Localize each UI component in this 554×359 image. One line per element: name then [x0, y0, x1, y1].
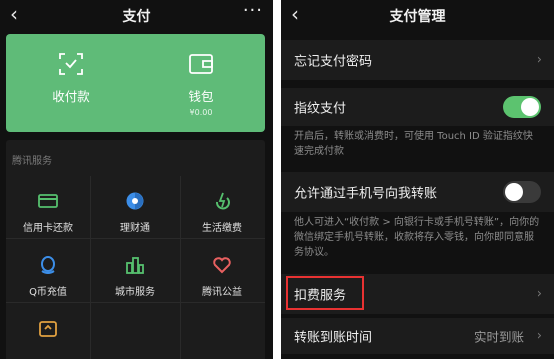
service-credit-card[interactable]: 信用卡还款: [6, 176, 90, 238]
chevron-right-icon: ›: [536, 328, 542, 344]
payment-management-screen: ‹ 支付管理 忘记支付密码 › 指纹支付 开启后，转账或消费时，可使用 Touc…: [281, 0, 554, 359]
movie-ticket-icon: [39, 321, 57, 337]
services-heading: 腾讯服务: [12, 156, 52, 167]
arrival-time-value: 实时到账: [473, 329, 524, 345]
wealth-icon: [126, 192, 144, 210]
page-title: 支付: [122, 9, 151, 25]
service-wealth[interactable]: 理财通: [93, 176, 177, 238]
toggle-knob: [505, 183, 523, 201]
receive-pay-label: 收付款: [52, 89, 90, 104]
qq-coin-icon: [41, 256, 55, 274]
wallet-label: 钱包: [188, 89, 214, 104]
wallet-button[interactable]: 钱包 ¥0.00: [161, 52, 241, 117]
nav-bar: ‹ 支付管理: [281, 0, 554, 30]
row-label: 忘记支付密码: [294, 54, 373, 70]
service-qq-coin[interactable]: Q币充值: [6, 240, 90, 302]
service-label: Q币充值: [29, 287, 67, 298]
wallet-icon: [189, 54, 213, 74]
phone-transfer-row: 允许通过手机号向我转账: [281, 172, 554, 212]
service-charity[interactable]: 腾讯公益: [180, 240, 264, 302]
grid-divider: [6, 238, 265, 239]
fingerprint-toggle[interactable]: [503, 96, 541, 118]
nav-bar: ‹ 支付 ···: [0, 0, 273, 30]
service-label: 生活缴费: [202, 223, 242, 234]
transfer-arrival-time-row[interactable]: 转账到账时间 实时到账 ›: [281, 318, 554, 354]
row-label: 指纹支付: [294, 101, 347, 117]
service-label: 城市服务: [115, 287, 155, 298]
phone-transfer-toggle[interactable]: [503, 181, 541, 203]
scan-icon: [59, 53, 83, 75]
row-label: 转账到账时间: [294, 330, 373, 346]
service-more[interactable]: [6, 304, 90, 359]
chevron-right-icon: ›: [536, 286, 542, 302]
fingerprint-pay-row: 指纹支付: [281, 88, 554, 126]
payment-screen: ‹ 支付 ··· 收付款 钱包 ¥0.00 腾讯服务 信用卡还款 理财通 生活缴…: [0, 0, 273, 359]
grid-divider: [6, 302, 265, 303]
utility-icon: [216, 192, 230, 210]
phone-transfer-description: 他人可进入“收付款 > 向银行卡或手机号转账”，向你的微信绑定手机号转账，收款将…: [294, 217, 540, 258]
row-label: 允许通过手机号向我转账: [294, 186, 438, 202]
service-label: 理财通: [120, 223, 150, 234]
receive-pay-button[interactable]: 收付款: [31, 52, 111, 105]
wallet-balance: ¥0.00: [189, 108, 213, 117]
payment-card: 收付款 钱包 ¥0.00: [6, 34, 265, 132]
charity-heart-icon: [213, 257, 231, 274]
chevron-right-icon: ›: [536, 52, 542, 68]
toggle-knob: [521, 98, 539, 116]
city-icon: [126, 257, 144, 274]
forgot-password-row[interactable]: 忘记支付密码 ›: [281, 40, 554, 80]
highlight-box: [286, 276, 364, 310]
page-title: 支付管理: [389, 9, 446, 25]
credit-card-icon: [38, 194, 58, 208]
service-label: 信用卡还款: [23, 223, 73, 234]
service-city[interactable]: 城市服务: [93, 240, 177, 302]
service-label: 腾讯公益: [202, 287, 242, 298]
grid-divider: [90, 176, 91, 359]
service-utility[interactable]: 生活缴费: [180, 176, 264, 238]
fingerprint-description: 开启后，转账或消费时，可使用 Touch ID 验证指纹快速完成付款: [294, 131, 533, 157]
more-button[interactable]: ···: [243, 0, 263, 21]
